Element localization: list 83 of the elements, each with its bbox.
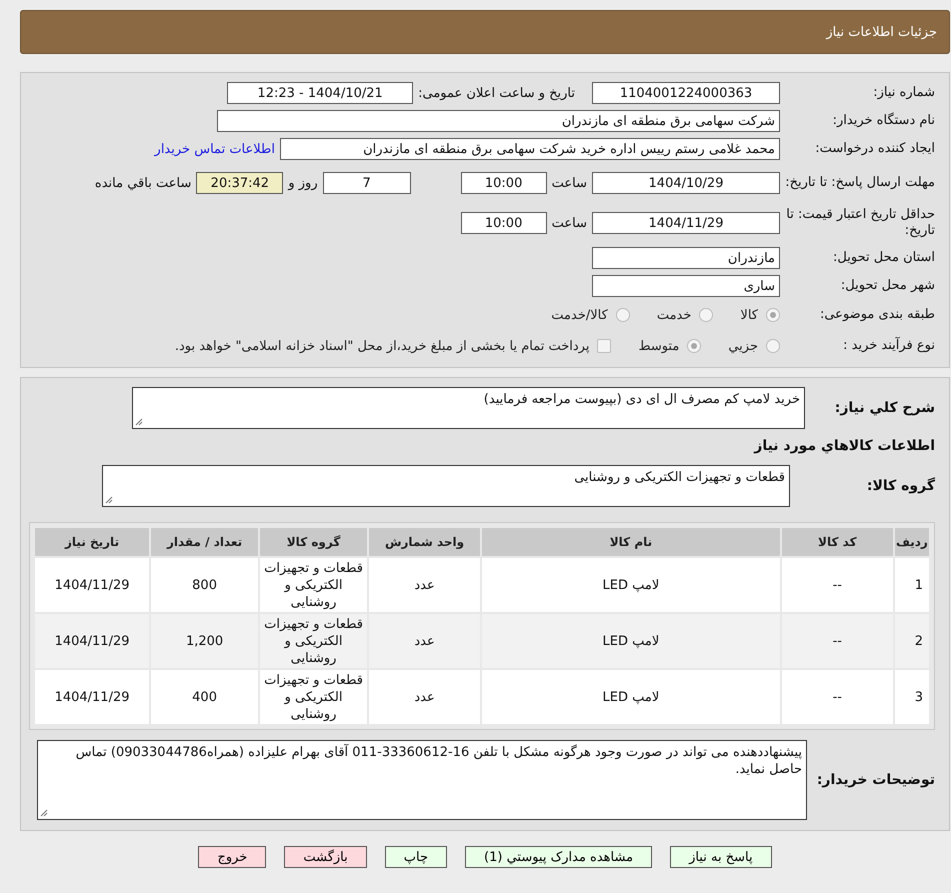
table-cell: 3 [894,670,929,724]
days-field: 7 [322,172,411,194]
option-label: کالا [740,308,758,322]
action-button[interactable]: چاپ [384,846,447,868]
table-cell: لامپ LED [482,670,780,724]
field-label: شرح کلي نیاز: [834,400,935,416]
table-cell: 400 [151,670,258,724]
column-header: تعداد / مقدار [151,528,258,556]
table-cell: 800 [151,558,258,612]
buyer-contact-link[interactable]: اطلاعات تماس خریدار [154,142,275,156]
table-cell: قطعات و تجهیزات الکتریکی و روشنایی [260,558,368,612]
column-header: ردیف [894,528,929,556]
table-cell: عدد [369,614,480,668]
option-label: خدمت [656,308,692,322]
province-field: مازندران [592,247,780,269]
field-label: ساعت [552,176,587,190]
field-label: ایجاد کننده درخواست: [814,141,935,157]
action-button[interactable]: بازگشت [284,846,367,868]
field-label: شهر محل تحویل: [840,278,935,294]
field-label: طبقه بندی موضوعی: [818,307,935,323]
checkbox[interactable] [597,339,612,353]
action-button[interactable]: خروج [198,846,266,868]
validity-date-field: 1404/11/29 [592,212,780,234]
table-cell: -- [782,558,893,612]
field-label: روز و [288,176,318,190]
validity-time-field: 10:00 [460,212,547,234]
table-cell: 2 [894,614,929,668]
table-cell: 1404/11/29 [35,614,150,668]
table-cell: -- [782,614,893,668]
summary-field: خرید لامپ کم مصرف ال ای دی (بپیوست مراجعه فرمایید) [132,387,805,429]
requester-field: محمد غلامی رستم رییس اداره خرید شرکت سهامی برق منطقه ای مازندران [280,138,780,160]
action-button[interactable]: مشاهده مدارک پیوستي (1) [465,846,652,868]
table-cell: 1404/11/29 [35,558,150,612]
column-header: کد کالا [782,528,893,556]
field-label: حداقل تاریخ اعتبار قیمت: تا تاریخ: [785,207,935,239]
radio-button[interactable] [687,339,702,353]
column-header: نام کالا [482,528,780,556]
table-cell: قطعات و تجهیزات الکتریکی و روشنایی [260,670,368,724]
action-button[interactable]: پاسخ به نیاز [670,846,772,868]
remaining-time-field: 20:37:42 [196,172,284,194]
section-heading: اطلاعات کالاهاي مورد نیاز [752,438,935,454]
deadline-time-field: 10:00 [460,172,547,194]
deadline-date-field: 1404/10/29 [592,172,780,194]
column-header: گروه کالا [260,528,368,556]
table-cell: قطعات و تجهیزات الکتریکی و روشنایی [260,614,368,668]
option-label: جزيي [728,338,758,354]
table-cell: 1404/11/29 [35,670,150,724]
buyer-field: شرکت سهامی برق منطقه ای مازندران [217,110,780,132]
column-header: تاریخ نیاز [35,528,150,556]
table-cell: 1,200 [151,614,258,668]
option-label: کالا/خدمت [551,308,608,322]
radio-button[interactable] [766,339,780,353]
option-label: پرداخت تمام یا بخشی از مبلغ خرید،از محل "اسناد خزانه اسلامی" خواهد بود. [174,338,590,354]
table-cell: 1 [894,558,929,612]
table-cell: لامپ LED [482,558,780,612]
field-label: نام دستگاه خریدار: [832,113,935,129]
resize-grip-icon[interactable] [105,496,113,504]
field-label: تاریخ و ساعت اعلان عمومی: [418,86,575,100]
option-label: متوسط [638,338,680,354]
field-label: گروه کالا: [866,478,935,494]
field-label: توضیحات خریدار: [816,772,935,788]
field-label: ساعت باقي مانده [94,176,192,190]
field-label: استان محل تحویل: [832,250,935,266]
table-cell: -- [782,670,893,724]
resize-grip-icon[interactable] [40,809,48,817]
field-label: شماره نیاز: [872,85,935,101]
column-header: واحد شمارش [369,528,480,556]
page-title: جزئیات اطلاعات نیاز [826,24,937,40]
goods-group-field: قطعات و تجهیزات الکتریکی و روشنایی [102,465,790,507]
buyer-notes-field: پیشنهاددهنده می تواند در صورت وجود هرگونه مشکل با تلفن 16-33360612-011 آقای بهرام علیزاده (همراه09033044786) تماس حاصل نماید. [37,740,807,820]
table-cell: لامپ LED [482,614,780,668]
radio-button[interactable] [616,308,630,322]
radio-button[interactable] [699,308,714,322]
radio-button[interactable] [766,308,780,322]
table-cell: عدد [369,558,480,612]
field-label: ساعت [552,216,587,230]
city-field: ساری [592,275,780,297]
field-label: مهلت ارسال پاسخ: تا تاریخ: [785,175,935,191]
need-number-field: 1104001224000363 [592,82,780,104]
announce-date-field: 1404/10/21 - 12:23 [227,82,414,104]
table-cell: عدد [369,670,480,724]
field-label: نوع فرآیند خرید : [842,338,935,354]
resize-grip-icon[interactable] [135,418,143,426]
